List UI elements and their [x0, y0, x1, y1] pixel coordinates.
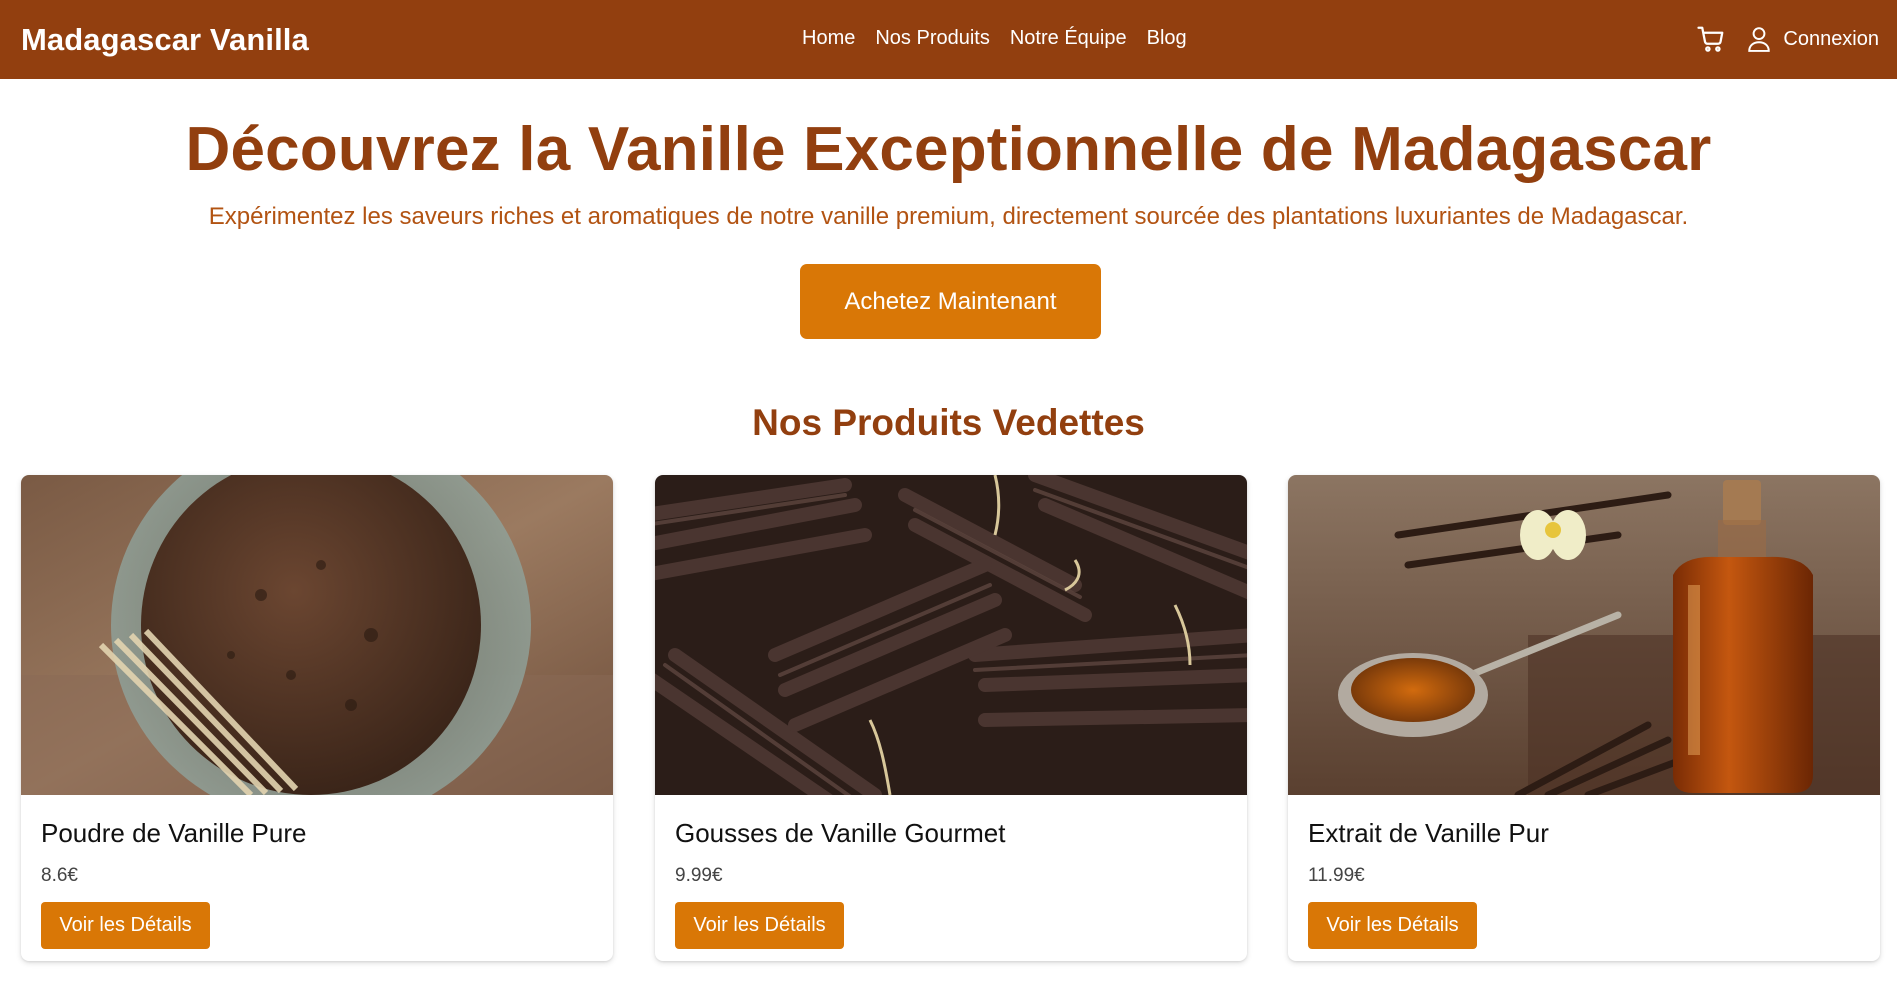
nav-link-blog[interactable]: Blog [1147, 27, 1187, 50]
product-price: 11.99€ [1308, 865, 1365, 886]
cart-icon[interactable] [1696, 24, 1726, 54]
vanilla-powder-image[interactable] [21, 475, 613, 795]
product-name[interactable]: Extrait de Vanille Pur [1308, 818, 1549, 849]
product-card: Poudre de Vanille Pure 8.6€ Voir les Dét… [21, 475, 613, 961]
hero-title: Découvrez la Vanille Exceptionnelle de M… [185, 115, 1712, 184]
user-icon[interactable] [1746, 24, 1772, 54]
view-details-button[interactable]: Voir les Détails [1308, 902, 1477, 949]
product-card: Gousses de Vanille Gourmet 9.99€ Voir le… [655, 475, 1247, 961]
header-tools: Connexion [1696, 24, 1879, 54]
product-name[interactable]: Poudre de Vanille Pure [41, 818, 306, 849]
product-card: Extrait de Vanille Pur 11.99€ Voir les D… [1288, 475, 1880, 961]
vanilla-beans-image[interactable] [655, 475, 1247, 795]
product-price: 8.6€ [41, 865, 78, 886]
brand-logo-text[interactable]: Madagascar Vanilla [21, 22, 309, 58]
top-navigation-bar: Madagascar Vanilla Home Nos Produits Not… [0, 0, 1897, 79]
vanilla-extract-image[interactable] [1288, 475, 1880, 795]
view-details-button[interactable]: Voir les Détails [675, 902, 844, 949]
hero-subtitle: Expérimentez les saveurs riches et aroma… [208, 203, 1689, 230]
product-name[interactable]: Gousses de Vanille Gourmet [675, 818, 1005, 849]
nav-link-products[interactable]: Nos Produits [875, 27, 990, 50]
shop-now-button[interactable]: Achetez Maintenant [800, 264, 1101, 339]
product-price: 9.99€ [675, 865, 723, 886]
nav-link-home[interactable]: Home [802, 27, 855, 50]
featured-products-title: Nos Produits Vedettes [752, 402, 1145, 443]
nav-link-team[interactable]: Notre Équipe [1010, 27, 1127, 50]
view-details-button[interactable]: Voir les Détails [41, 902, 210, 949]
main-nav: Home Nos Produits Notre Équipe Blog [802, 27, 1187, 50]
login-link[interactable]: Connexion [1783, 28, 1879, 51]
